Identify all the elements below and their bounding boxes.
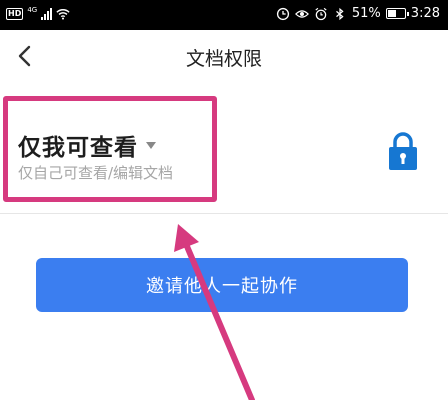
clock: 3:28	[410, 6, 440, 21]
wifi-icon	[56, 9, 70, 20]
permission-description: 仅自己可查看/编辑文档	[18, 164, 174, 182]
app-header: 文档权限	[0, 30, 448, 84]
caret-down-icon	[146, 141, 156, 149]
battery-percent: 51%	[351, 6, 381, 21]
permission-title: 仅我可查看	[18, 135, 138, 161]
lock-icon	[389, 132, 417, 170]
bluetooth-icon	[335, 7, 344, 20]
status-right: 51% 3:28	[276, 6, 440, 21]
permission-dropdown[interactable]: 仅我可查看	[18, 128, 156, 162]
status-bar: HD 4G 51% 3:28	[0, 0, 448, 30]
signal-icon	[41, 8, 53, 20]
alarm-icon	[315, 7, 327, 20]
battery-level	[387, 10, 396, 17]
hd-badge: HD	[6, 8, 24, 20]
eye-icon	[294, 9, 309, 18]
permission-section: 仅我可查看 仅自己可查看/编辑文档	[0, 84, 448, 214]
network-type: 4G	[27, 6, 38, 14]
invite-collaborators-button[interactable]: 邀请他人一起协作	[36, 258, 408, 312]
battery-icon	[385, 8, 409, 19]
page-title: 文档权限	[185, 48, 262, 70]
data-saver-icon	[276, 7, 289, 20]
status-left: HD 4G	[6, 6, 70, 21]
